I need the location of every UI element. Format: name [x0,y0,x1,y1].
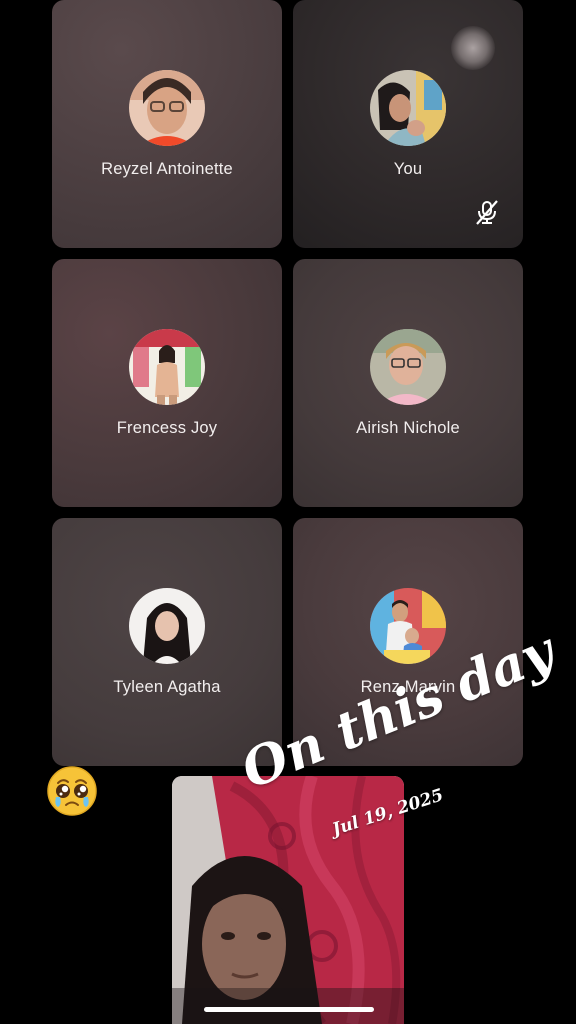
participant-tile-frencess[interactable]: Frencess Joy [52,259,282,507]
touch-indicator [451,26,495,70]
pleading-face-emoji-icon [46,765,98,817]
avatar [129,70,205,146]
avatar [370,329,446,405]
home-indicator[interactable] [204,1007,374,1012]
participant-tile-reyzel[interactable]: Reyzel Antoinette [52,0,282,248]
participant-name: Tyleen Agatha [113,678,221,696]
participant-tile-you[interactable]: You [293,0,523,248]
avatar [129,588,205,664]
participant-tile-tyleen[interactable]: Tyleen Agatha [52,518,282,766]
participant-name: Reyzel Antoinette [101,160,233,178]
avatar [129,329,205,405]
participant-name: You [393,160,423,178]
participant-name: Airish Nichole [356,419,460,437]
participant-name: Frencess Joy [116,419,218,437]
avatar [370,588,446,664]
avatar [370,70,446,146]
participant-tile-airish[interactable]: Airish Nichole [293,259,523,507]
microphone-off-icon [473,198,501,226]
